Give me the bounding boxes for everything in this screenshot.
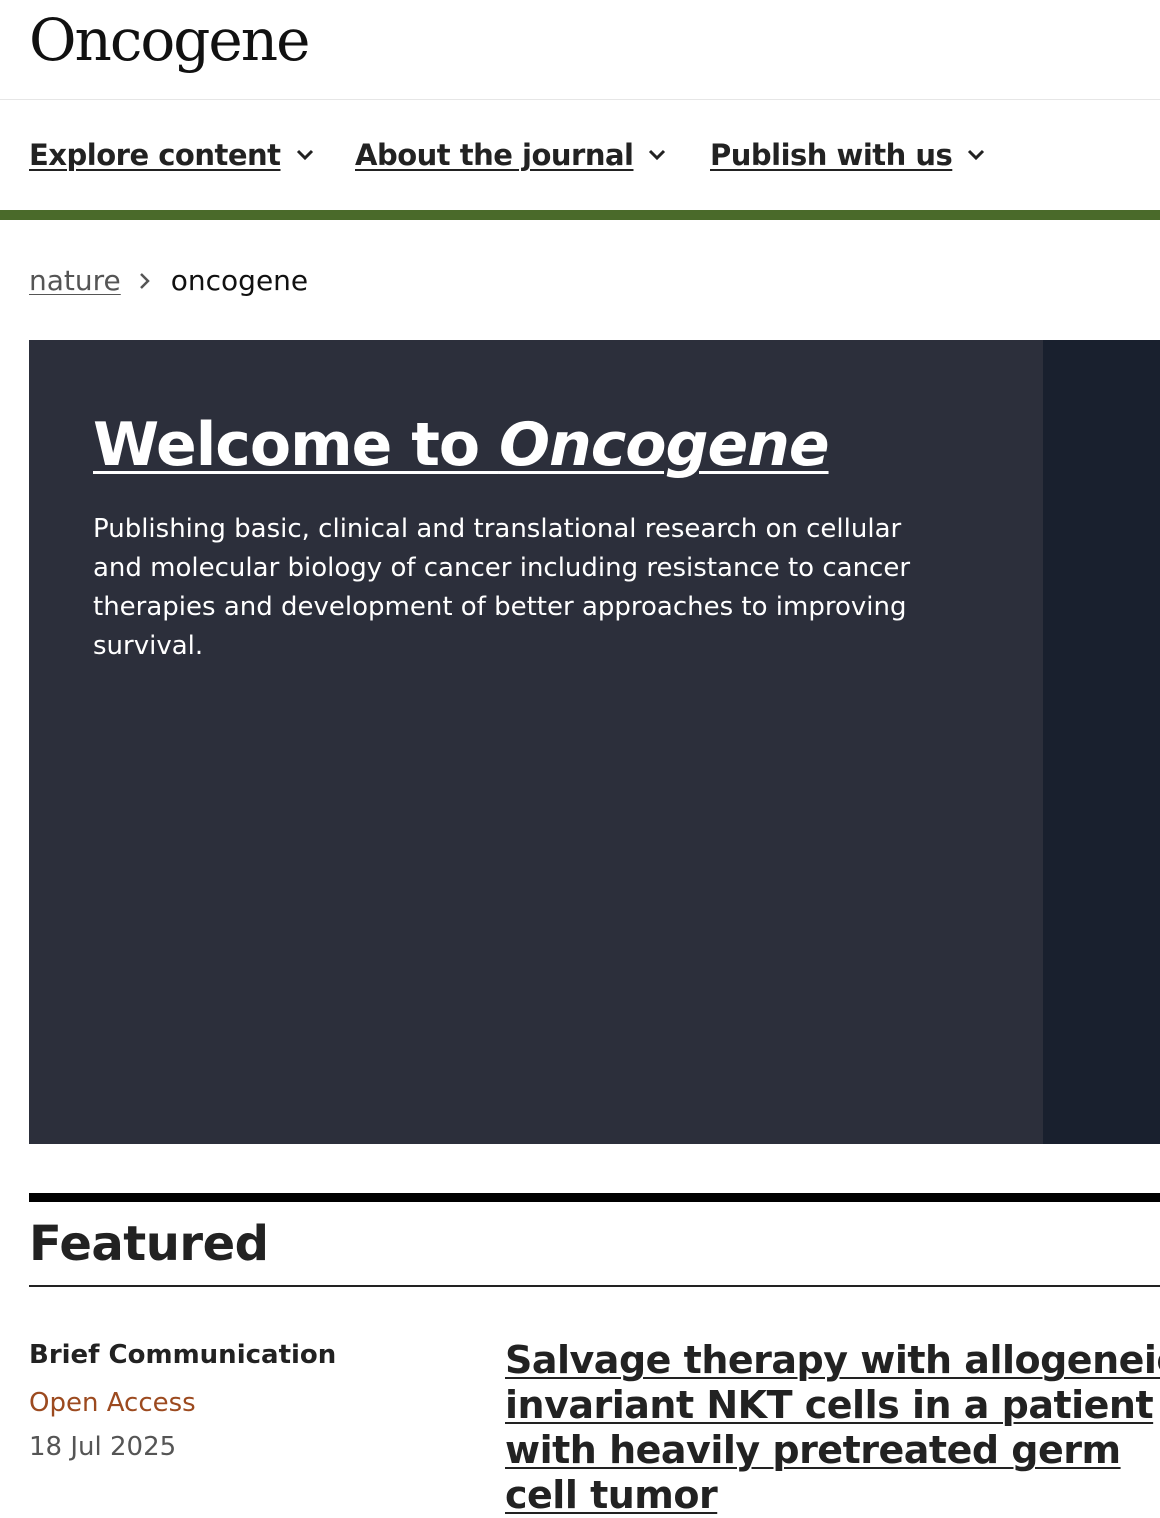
site-header: Oncogene <box>0 0 1160 100</box>
hero-banner: Welcome to Oncogene Publishing basic, cl… <box>29 340 1160 1144</box>
accent-bar <box>0 210 1160 220</box>
hero-description: Publishing basic, clinical and translati… <box>93 514 911 661</box>
open-access-badge: Open Access <box>29 1388 196 1418</box>
featured-article-title-link[interactable]: Salvage therapy with allogeneic invarian… <box>505 1338 1160 1518</box>
journal-logo[interactable]: Oncogene <box>29 0 310 80</box>
nav-about-journal[interactable]: About the journal <box>355 138 667 172</box>
nav-publish-with-us[interactable]: Publish with us <box>710 138 986 172</box>
hero-title-link[interactable]: Welcome to Oncogene <box>93 410 830 480</box>
chevron-down-icon <box>296 149 313 161</box>
featured-underline <box>29 1285 1160 1287</box>
chevron-down-icon <box>649 149 666 161</box>
nav-explore-content-label[interactable]: Explore content <box>29 138 281 172</box>
main-nav: Explore content About the journal Publis… <box>0 100 1160 210</box>
breadcrumb: nature oncogene <box>29 264 308 297</box>
nav-publish-with-us-label[interactable]: Publish with us <box>710 138 953 172</box>
breadcrumb-link-nature[interactable]: nature <box>29 264 121 297</box>
chevron-right-icon <box>139 272 150 289</box>
section-divider <box>29 1193 1160 1202</box>
article-type: Brief Communication <box>29 1340 337 1370</box>
featured-heading: Featured <box>29 1216 269 1272</box>
breadcrumb-current: oncogene <box>170 264 309 297</box>
chevron-down-icon <box>968 149 985 161</box>
nav-explore-content[interactable]: Explore content <box>29 138 315 172</box>
hero-title-journal: Oncogene <box>498 410 830 480</box>
hero-cover-image <box>1043 340 1160 1144</box>
hero-title-prefix: Welcome to <box>93 410 499 480</box>
nav-about-journal-label[interactable]: About the journal <box>355 138 634 172</box>
article-date: 18 Jul 2025 <box>29 1432 177 1462</box>
